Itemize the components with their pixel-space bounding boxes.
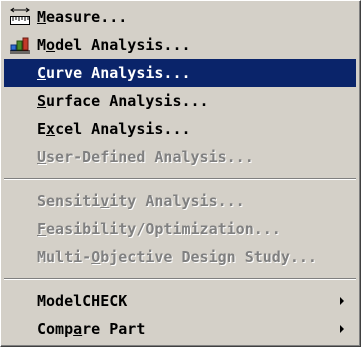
menu-item-multi-objective-design-study[interactable]: Multi-Objective Design Study...	[4, 243, 356, 271]
menu-item-label: User-Defined Analysis...	[37, 148, 254, 166]
menu-item-sensitivity-analysis[interactable]: Sensitivity Analysis...	[4, 187, 356, 215]
menu-separator	[4, 278, 356, 280]
menu-separator	[4, 178, 356, 180]
menu-item-label: Measure...	[37, 8, 128, 26]
analysis-menu: Measure... Model Analysis... Curve Analy…	[0, 0, 361, 347]
submenu-arrow-icon	[340, 297, 344, 305]
menu-item-curve-analysis[interactable]: Curve Analysis...	[4, 59, 356, 87]
submenu-arrow-icon	[340, 325, 344, 333]
menu-item-feasibility-optimization[interactable]: Feasibility/Optimization...	[4, 215, 356, 243]
menu-item-compare-part[interactable]: Compare Part	[4, 315, 356, 343]
menu-item-label: Surface Analysis...	[37, 92, 209, 110]
menu-item-label: Feasibility/Optimization...	[37, 220, 281, 238]
menu-item-user-defined-analysis[interactable]: User-Defined Analysis...	[4, 143, 356, 171]
menu-item-label: Compare Part	[37, 320, 146, 338]
menu-item-label: ModelCHECK	[37, 292, 128, 310]
menu-item-label: Sensitivity Analysis...	[37, 192, 245, 210]
menu-item-label: Model Analysis...	[37, 36, 191, 54]
menu-item-label: Excel Analysis...	[37, 120, 191, 138]
menu-item-modelcheck[interactable]: ModelCHECK	[4, 287, 356, 315]
menu-item-label: Curve Analysis...	[37, 64, 191, 82]
menu-item-label: Multi-Objective Design Study...	[37, 248, 317, 266]
model-analysis-icon	[9, 35, 31, 55]
measure-icon	[9, 7, 31, 27]
menu-item-model-analysis[interactable]: Model Analysis...	[4, 31, 356, 59]
menu-item-surface-analysis[interactable]: Surface Analysis...	[4, 87, 356, 115]
menu-item-excel-analysis[interactable]: Excel Analysis...	[4, 115, 356, 143]
menu-item-measure[interactable]: Measure...	[4, 3, 356, 31]
